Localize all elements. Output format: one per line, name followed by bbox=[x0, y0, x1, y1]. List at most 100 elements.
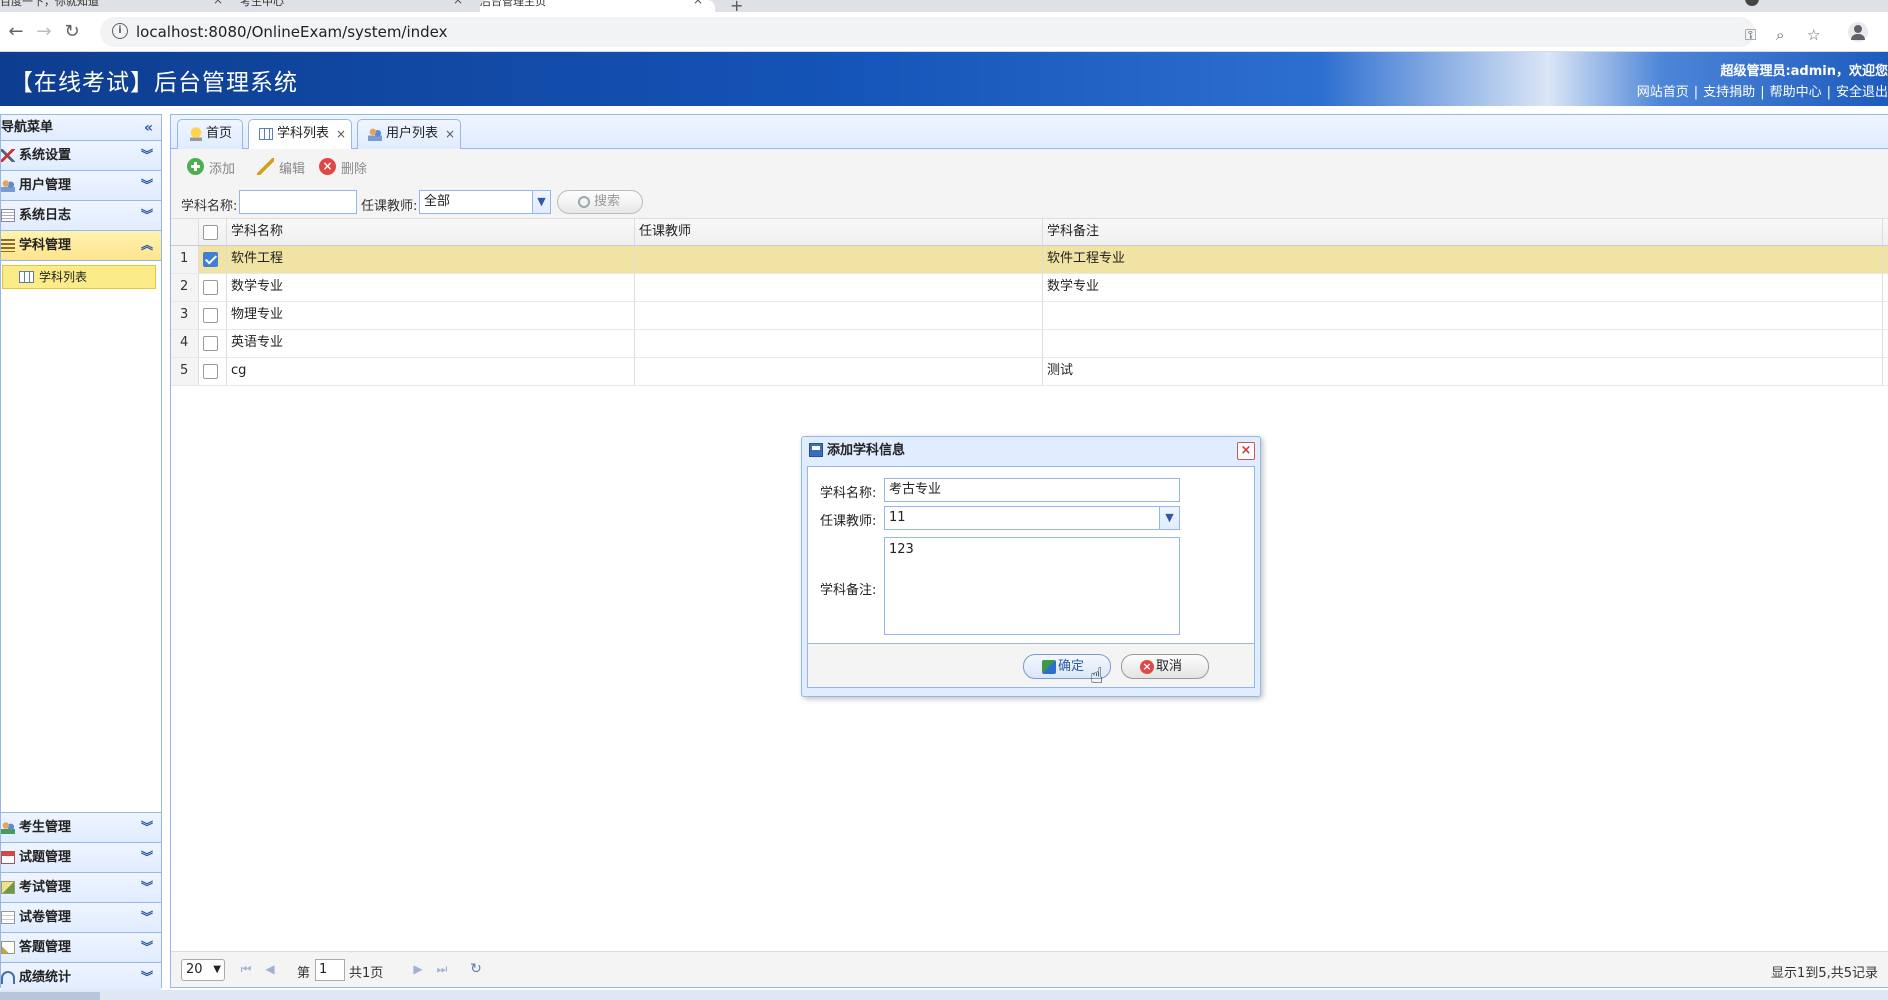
cell-teacher bbox=[635, 330, 1043, 357]
close-icon[interactable]: × bbox=[445, 120, 455, 148]
minimize-icon[interactable] bbox=[1745, 0, 1759, 6]
sidebar-title: 导航菜单 bbox=[1, 120, 54, 135]
sidebar-group-paper-management[interactable]: 试卷管理 ︾ bbox=[1, 903, 161, 933]
table-icon bbox=[19, 271, 34, 283]
sidebar-group-question-management[interactable]: 试题管理 ︾ bbox=[1, 843, 161, 873]
close-icon[interactable]: × bbox=[693, 0, 703, 6]
sidebar-group-exam-management[interactable]: 考试管理 ︾ bbox=[1, 873, 161, 903]
top-links: 网站首页 | 支持捐助 | 帮助中心 | 安全退出 bbox=[1636, 85, 1888, 100]
sidebar-group-user-management[interactable]: 用户管理 ︾ bbox=[1, 171, 161, 201]
key-icon[interactable]: ⚿ bbox=[1745, 26, 1756, 44]
tab-user-list[interactable]: 用户列表 × bbox=[357, 119, 461, 149]
subject-name-label: 学科名称: bbox=[181, 199, 238, 214]
edit-list-icon bbox=[1, 941, 15, 954]
prev-page-icon[interactable]: ◀ bbox=[263, 962, 277, 976]
subject-name-input[interactable] bbox=[239, 190, 357, 214]
select-all-checkbox[interactable] bbox=[203, 225, 218, 240]
chevron-down-icon[interactable]: ▼ bbox=[532, 191, 550, 213]
remark-textarea[interactable]: 123 bbox=[884, 537, 1180, 635]
back-icon[interactable]: ← bbox=[4, 20, 28, 44]
table-row[interactable]: 3 物理专业 bbox=[171, 302, 1888, 330]
add-button[interactable]: 添加 bbox=[187, 158, 235, 177]
remark-label: 学科备注: bbox=[820, 583, 877, 598]
browser-tabstrip: 百度一下，你就知道 × 考生中心 × 后台管理主页 × + bbox=[0, 0, 1888, 15]
url-field[interactable]: i localhost:8080/OnlineExam/system/index… bbox=[100, 17, 1820, 47]
chevron-down-icon[interactable]: ▼ bbox=[1159, 507, 1179, 529]
save-icon bbox=[809, 443, 823, 457]
sidebar-group-score-statistics[interactable]: 成绩统计 ︾ bbox=[1, 963, 161, 993]
sidebar-group-system-settings[interactable]: 系统设置 ︾ bbox=[1, 141, 161, 171]
table-row[interactable]: 1 软件工程 软件工程专业 bbox=[171, 246, 1888, 274]
table-row[interactable]: 4 英语专业 bbox=[171, 330, 1888, 358]
column-header[interactable]: 学科名称 bbox=[227, 219, 635, 245]
chevron-down-icon: ▼ bbox=[213, 964, 221, 975]
row-checkbox[interactable] bbox=[203, 280, 218, 295]
zoom-icon[interactable]: ⌕ bbox=[1776, 26, 1784, 44]
info-icon[interactable]: i bbox=[112, 23, 128, 39]
close-icon[interactable]: × bbox=[213, 0, 223, 6]
chart-icon bbox=[1, 881, 15, 894]
lightbulb-icon bbox=[190, 127, 202, 141]
pencil-icon bbox=[257, 158, 274, 175]
sidebar-group-answer-management[interactable]: 答题管理 ︾ bbox=[1, 933, 161, 963]
sidebar-group-system-log[interactable]: 系统日志 ︾ bbox=[1, 201, 161, 231]
row-checkbox[interactable] bbox=[203, 308, 218, 323]
cell-name: cg bbox=[227, 358, 635, 385]
log-icon bbox=[1, 209, 15, 222]
profile-icon[interactable] bbox=[1848, 22, 1868, 42]
star-icon[interactable]: ☆ bbox=[1807, 26, 1820, 44]
sidebar-group-body: 学科列表 bbox=[1, 261, 161, 813]
cell-remark bbox=[1043, 302, 1883, 329]
refresh-icon[interactable]: ↻ bbox=[469, 962, 483, 976]
browser-tab-active[interactable]: 后台管理主页 × bbox=[480, 0, 715, 12]
page-number-input[interactable]: 1 bbox=[315, 959, 345, 981]
toolbar: 添加 编辑 × 删除 bbox=[171, 149, 1888, 185]
search-button[interactable]: 搜索 bbox=[557, 190, 643, 214]
delete-button[interactable]: × 删除 bbox=[319, 158, 367, 177]
browser-tab[interactable]: 百度一下，你就知道 × bbox=[0, 0, 235, 12]
delete-icon: × bbox=[319, 158, 336, 175]
calendar-icon bbox=[1, 851, 15, 864]
teacher-select[interactable]: 11 ▼ bbox=[884, 506, 1180, 530]
tab-home[interactable]: 首页 bbox=[177, 119, 243, 149]
sidebar-item-subject-list[interactable]: 学科列表 bbox=[2, 265, 156, 289]
collapse-icon[interactable]: « bbox=[144, 115, 153, 141]
row-checkbox[interactable] bbox=[203, 364, 218, 379]
sidebar-group-subject-management[interactable]: 学科管理 ︽ bbox=[1, 231, 161, 261]
table-row[interactable]: 5 cg 测试 bbox=[171, 358, 1888, 386]
row-checkbox[interactable] bbox=[203, 336, 218, 351]
close-icon[interactable]: × bbox=[1237, 442, 1255, 460]
subject-name-label: 学科名称: bbox=[820, 486, 877, 501]
first-page-icon[interactable]: ⏮ bbox=[239, 962, 253, 976]
edit-button[interactable]: 编辑 bbox=[257, 158, 305, 177]
last-page-icon[interactable]: ⏭ bbox=[435, 962, 449, 976]
link-home[interactable]: 网站首页 bbox=[1637, 85, 1689, 100]
document-icon bbox=[1, 911, 15, 924]
close-icon[interactable]: × bbox=[453, 0, 463, 6]
teacher-select[interactable]: 全部 ▼ bbox=[419, 190, 551, 214]
column-header[interactable]: 任课教师 bbox=[635, 219, 1043, 245]
reload-icon[interactable]: ↻ bbox=[60, 20, 84, 44]
sidebar-group-examinee-management[interactable]: 考生管理 ︾ bbox=[1, 813, 161, 843]
app-header: 【在线考试】后台管理系统 超级管理员:admin，欢迎您 网站首页 | 支持捐助 | 帮… bbox=[0, 52, 1888, 106]
page-size-select[interactable]: 20 ▼ bbox=[181, 959, 225, 981]
subject-name-field[interactable]: 考古专业 bbox=[884, 478, 1180, 502]
column-header[interactable]: 学科备注 bbox=[1043, 219, 1883, 245]
dialog-body: 学科名称: 考古专业 任课教师: 11 ▼ 学科备注: 123 bbox=[807, 466, 1255, 644]
close-icon[interactable]: × bbox=[336, 120, 346, 148]
url-text: localhost:8080/OnlineExam/system/index bbox=[136, 23, 448, 41]
next-page-icon[interactable]: ▶ bbox=[411, 962, 425, 976]
chevron-down-icon: ︾ bbox=[140, 970, 153, 984]
status-segment bbox=[0, 992, 100, 1000]
table-row[interactable]: 2 数学专业 数学专业 bbox=[171, 274, 1888, 302]
ok-icon bbox=[1042, 660, 1056, 674]
chevron-down-icon: ︾ bbox=[140, 910, 153, 924]
link-donate[interactable]: 支持捐助 bbox=[1703, 85, 1755, 100]
forward-icon[interactable]: → bbox=[32, 20, 56, 44]
cancel-button[interactable]: × 取消 bbox=[1121, 654, 1209, 679]
link-logout[interactable]: 安全退出 bbox=[1836, 85, 1888, 100]
row-checkbox[interactable] bbox=[203, 252, 218, 267]
link-help[interactable]: 帮助中心 bbox=[1770, 85, 1822, 100]
browser-tab[interactable]: 考生中心 × bbox=[240, 0, 475, 12]
tab-subject-list[interactable]: 学科列表 × bbox=[248, 119, 352, 150]
